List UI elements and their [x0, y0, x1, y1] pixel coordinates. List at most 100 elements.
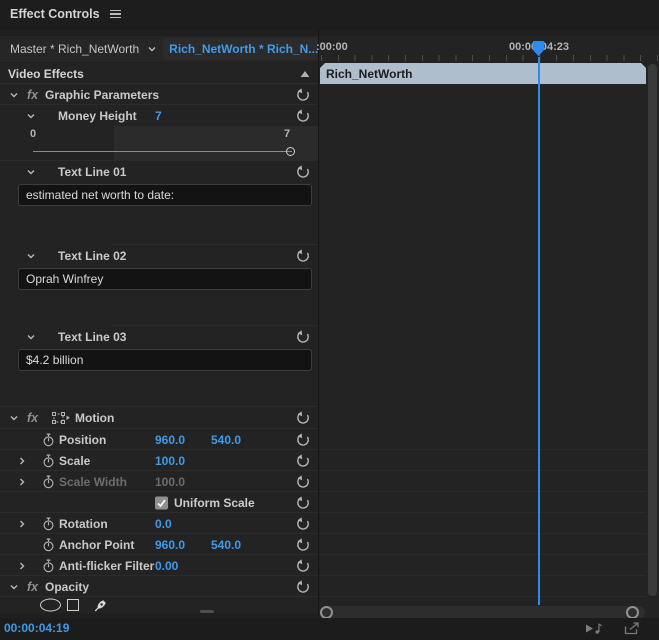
panel-tab-bar: Effect Controls: [0, 0, 659, 30]
chevron-down-icon[interactable]: [9, 413, 19, 423]
param-row-anti-flicker: Anti-flicker Filter 0.00: [0, 555, 318, 576]
chevron-right-icon[interactable]: [17, 519, 27, 529]
param-value[interactable]: 100.0: [155, 454, 185, 468]
video-effects-title: Video Effects: [8, 66, 84, 81]
spacer: [0, 291, 318, 326]
chevron-down-icon[interactable]: [9, 582, 19, 592]
param-label: Anchor Point: [59, 537, 135, 552]
timeline-row-lines: [319, 429, 646, 605]
param-label: Rotation: [59, 516, 108, 531]
param-value-x[interactable]: 960.0: [155, 538, 185, 552]
chevron-down-icon[interactable]: [9, 90, 19, 100]
param-row-text-line-02: Text Line 02: [0, 245, 318, 266]
reset-icon[interactable]: [296, 248, 310, 263]
reset-icon[interactable]: [296, 516, 310, 531]
slider-handle[interactable]: [286, 147, 295, 156]
param-label: Position: [59, 432, 107, 447]
param-row-anchor-point: Anchor Point 960.0 540.0: [0, 534, 318, 555]
vertical-scrollbar[interactable]: [648, 64, 657, 596]
text-input-wrap: [0, 347, 318, 372]
param-value[interactable]: 0.0: [155, 517, 172, 531]
time-ruler[interactable]: :00:00 00:00:04:23: [316, 36, 659, 62]
param-row-position: Position 960.0 540.0: [0, 429, 318, 450]
active-clip-tab[interactable]: Rich_NetWorth * Rich_N...: [163, 38, 325, 60]
export-frame-icon[interactable]: [624, 622, 640, 635]
slider-min-label: 0: [30, 128, 37, 140]
reset-icon[interactable]: [296, 164, 310, 179]
stopwatch-icon[interactable]: [42, 559, 55, 572]
fx-badge-icon[interactable]: fx: [27, 88, 38, 102]
reset-icon[interactable]: [296, 537, 310, 552]
master-clip-label[interactable]: Master * Rich_NetWorth: [10, 42, 139, 56]
effect-controls-timeline: :00:00 00:00:04:23 Rich_NetWorth: [316, 36, 659, 619]
fx-badge-icon[interactable]: fx: [27, 580, 38, 594]
effect-row-motion: fx Motion: [0, 407, 318, 429]
text-line-01-input[interactable]: [18, 184, 312, 206]
effect-controls-tab[interactable]: Effect Controls: [10, 7, 121, 21]
param-label: Text Line 03: [58, 329, 127, 344]
spacer: [0, 209, 318, 245]
text-line-02-input[interactable]: [18, 268, 312, 290]
slider-track[interactable]: [33, 151, 292, 152]
effect-name: Opacity: [45, 579, 90, 594]
chevron-down-icon[interactable]: [26, 167, 36, 177]
stopwatch-icon[interactable]: [42, 454, 55, 467]
play-audio-icon[interactable]: [584, 622, 604, 635]
param-value-x[interactable]: 960.0: [155, 433, 185, 447]
param-row-money-height: Money Height 7: [0, 105, 318, 126]
effect-name: Graphic Parameters: [45, 87, 160, 102]
rectangle-mask-icon[interactable]: [67, 599, 79, 611]
reset-icon[interactable]: [296, 453, 310, 468]
panel-title: Effect Controls: [10, 7, 100, 21]
param-label: Text Line 02: [58, 248, 127, 263]
chevron-right-icon[interactable]: [17, 456, 27, 466]
chevron-down-icon[interactable]: [26, 251, 36, 261]
reset-icon[interactable]: [296, 558, 310, 573]
ruler-start-label: :00:00: [316, 41, 348, 53]
param-row-text-line-03: Text Line 03: [0, 326, 318, 347]
param-label: Scale Width: [59, 474, 127, 489]
panel-menu-icon[interactable]: [109, 8, 121, 21]
reset-icon[interactable]: [296, 329, 310, 344]
reset-icon[interactable]: [296, 432, 310, 447]
mask-tools-row: [0, 597, 318, 613]
effect-controls-list: Video Effects fx Graphic Parameters Mone…: [0, 63, 318, 613]
param-value[interactable]: 7: [155, 109, 162, 123]
reset-icon[interactable]: [296, 495, 310, 510]
clip-selector-strip: Master * Rich_NetWorth Rich_NetWorth * R…: [0, 36, 338, 62]
current-timecode[interactable]: 00:00:04:19: [4, 621, 69, 635]
chevron-down-icon[interactable]: [147, 44, 157, 54]
fx-badge-icon[interactable]: fx: [27, 411, 38, 425]
reset-icon[interactable]: [296, 579, 310, 594]
reset-icon[interactable]: [296, 87, 310, 102]
chevron-down-icon[interactable]: [26, 111, 36, 121]
playhead-handle[interactable]: [531, 41, 546, 57]
left-panel-scrollbar[interactable]: [200, 610, 214, 613]
collapse-triangle-icon[interactable]: [300, 67, 310, 81]
reset-icon[interactable]: [296, 108, 310, 123]
reset-icon[interactable]: [296, 474, 310, 489]
stopwatch-icon[interactable]: [42, 517, 55, 530]
chevron-down-icon[interactable]: [26, 332, 36, 342]
clip-bar[interactable]: Rich_NetWorth: [320, 63, 646, 84]
ellipse-mask-icon[interactable]: [40, 598, 61, 612]
param-value-y[interactable]: 540.0: [211, 538, 241, 552]
stopwatch-icon[interactable]: [42, 538, 55, 551]
param-value-y[interactable]: 540.0: [211, 433, 241, 447]
param-value[interactable]: 0.00: [155, 559, 178, 573]
pen-mask-icon[interactable]: [93, 598, 110, 613]
param-label: Text Line 01: [58, 164, 127, 179]
transform-icon: [52, 412, 70, 424]
reset-icon[interactable]: [296, 411, 310, 425]
param-row-rotation: Rotation 0.0: [0, 513, 318, 534]
text-line-03-input[interactable]: [18, 349, 312, 371]
stopwatch-icon[interactable]: [42, 433, 55, 446]
param-label: Anti-flicker Filter: [59, 558, 155, 573]
uniform-scale-checkbox[interactable]: [155, 496, 168, 509]
effect-name: Motion: [75, 411, 115, 425]
chevron-right-icon[interactable]: [17, 561, 27, 571]
money-height-slider: 0 7: [0, 126, 318, 161]
param-label: Scale: [59, 453, 91, 468]
slider-max-label: 7: [284, 128, 291, 140]
playhead-line[interactable]: [538, 57, 540, 605]
